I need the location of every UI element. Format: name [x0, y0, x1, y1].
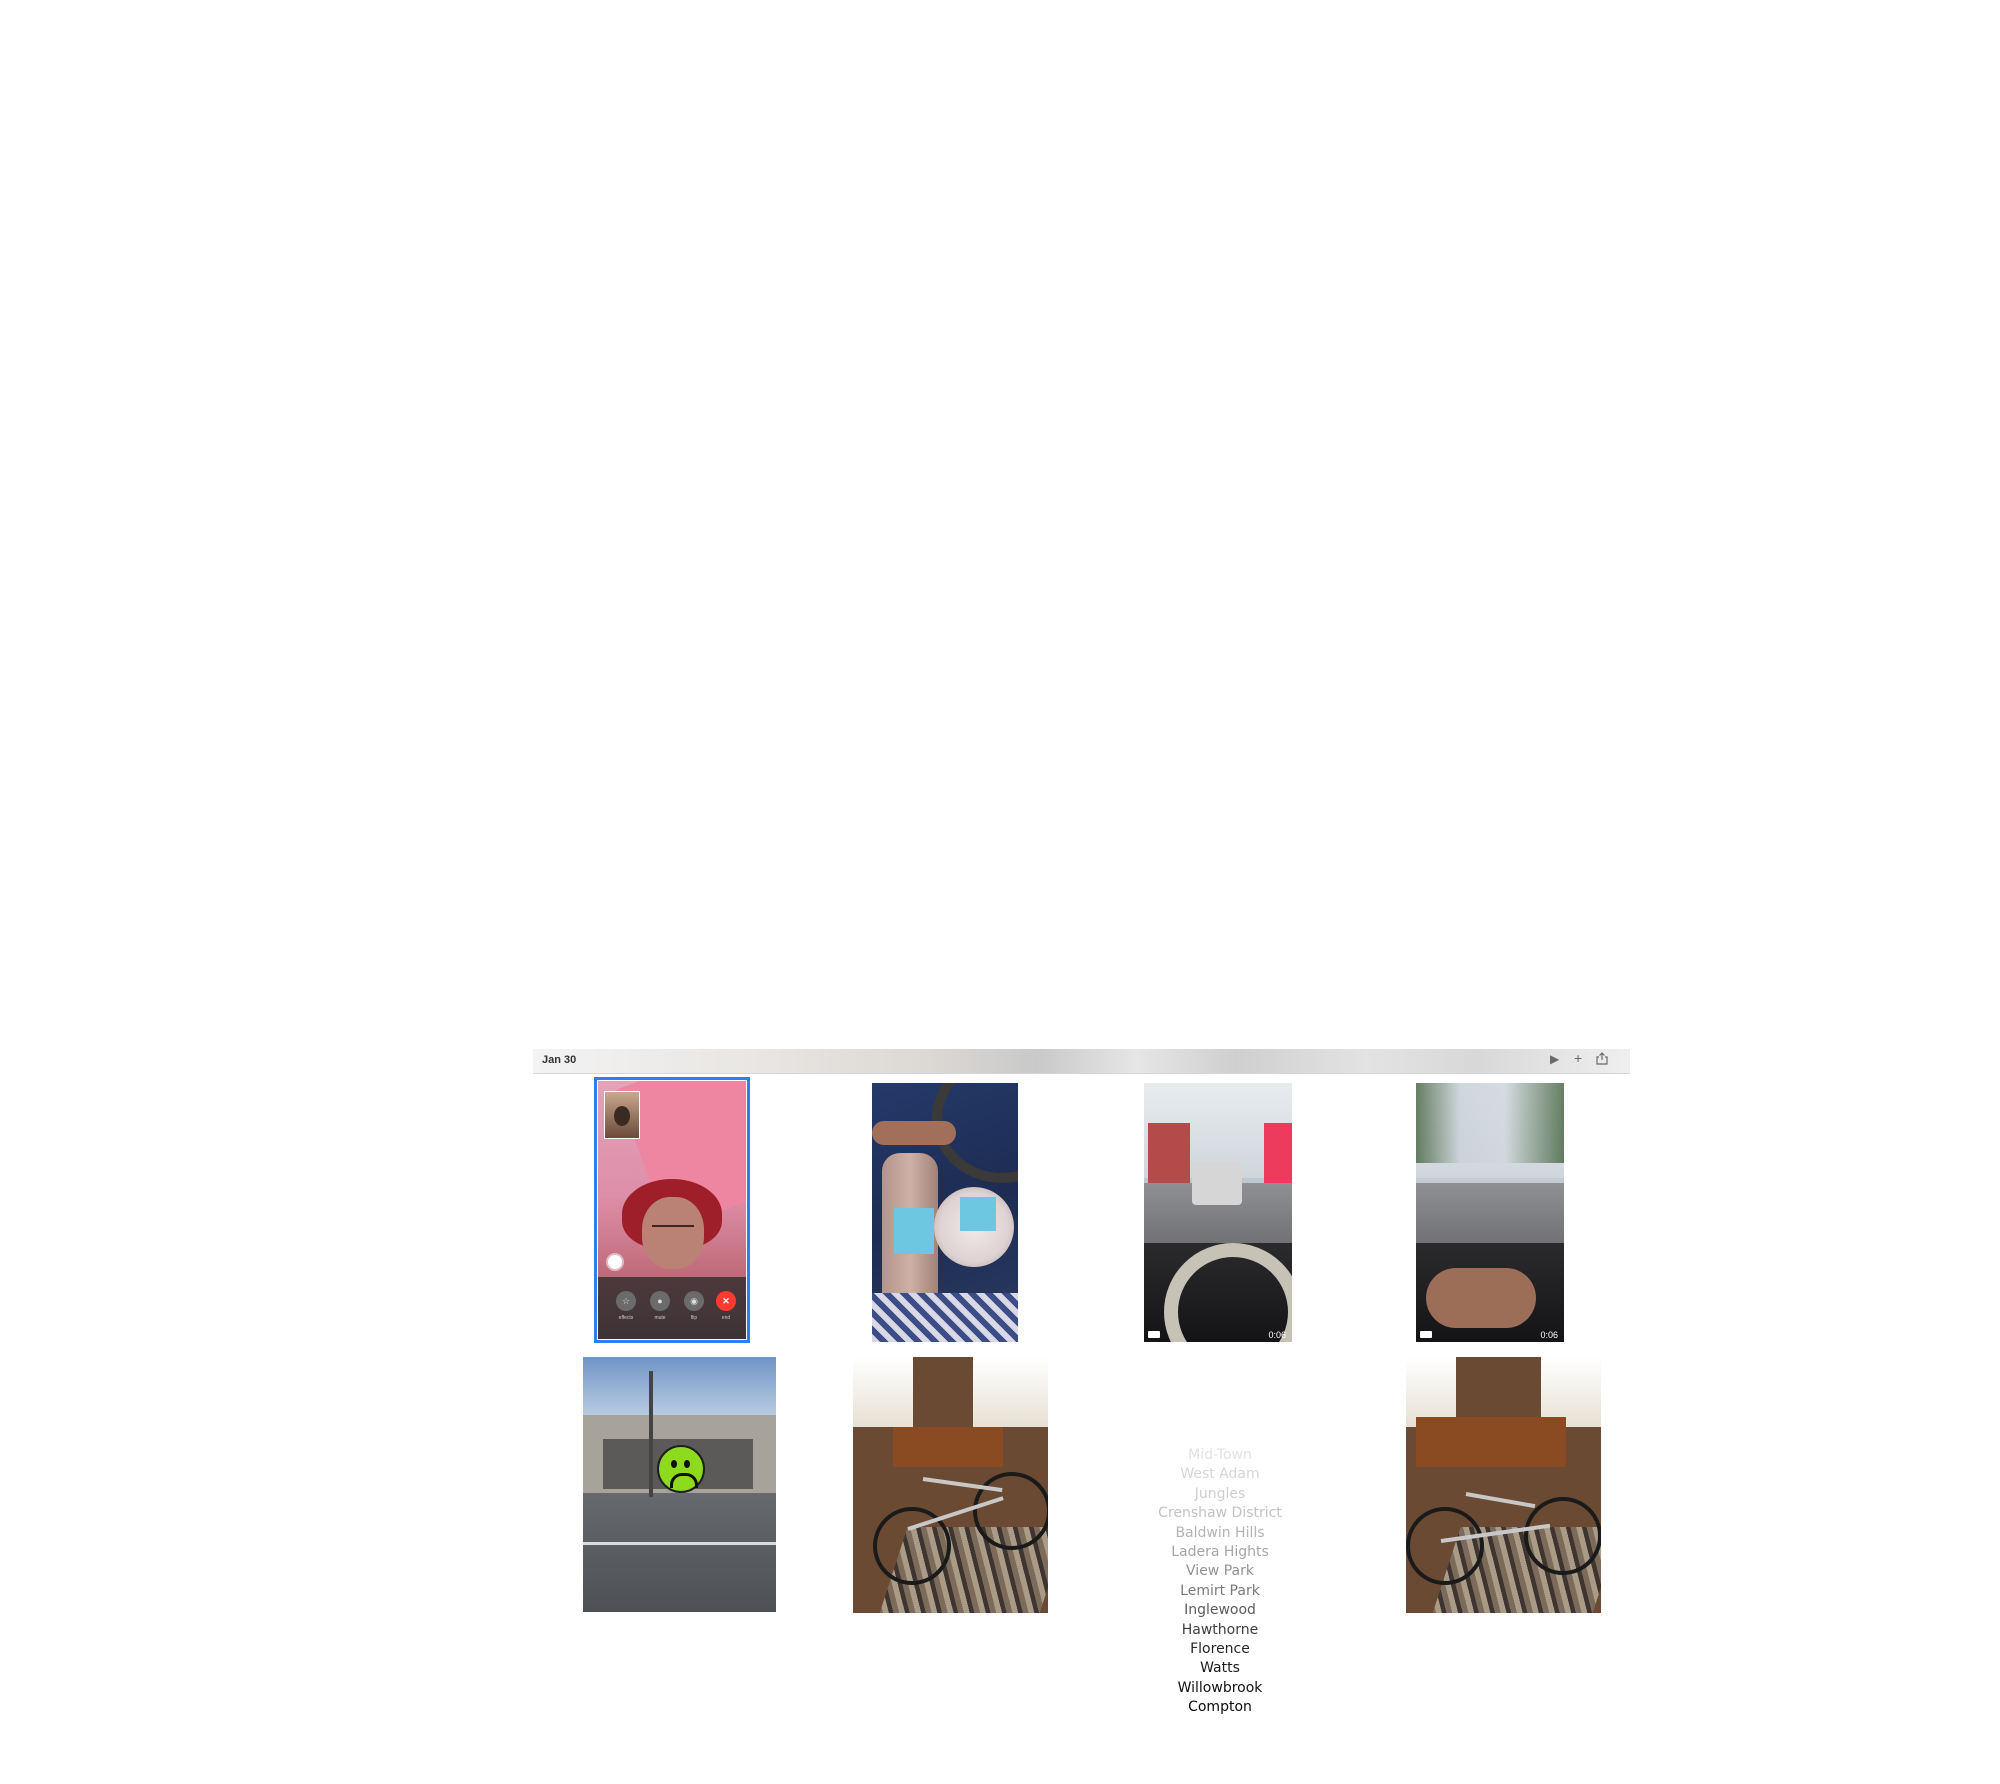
- left-eye: [671, 1460, 677, 1468]
- bowl-label: [960, 1197, 996, 1231]
- hand: [1426, 1268, 1536, 1328]
- bike-wheel: [1524, 1497, 1601, 1575]
- sad-face-icon: [657, 1445, 705, 1493]
- bottle-label: [894, 1208, 934, 1254]
- call-button-label: mute: [654, 1315, 666, 1321]
- lane-line: [583, 1542, 776, 1545]
- caller-face: [642, 1197, 704, 1269]
- add-icon[interactable]: +: [1574, 1050, 1582, 1066]
- neighborhood-name: Hawthorne: [1181, 1621, 1259, 1638]
- video-camera-icon: [1148, 1331, 1160, 1338]
- neighborhood-name: Ladera Hights: [1171, 1544, 1269, 1561]
- neighborhood-name: Watts: [1200, 1660, 1240, 1677]
- closed-eyes: [652, 1225, 694, 1230]
- trees: [1416, 1083, 1564, 1163]
- pip-video: [604, 1091, 640, 1139]
- star-icon: ☆: [616, 1291, 636, 1311]
- photo-bike-1[interactable]: [853, 1357, 1048, 1613]
- photo-facetime-screenshot[interactable]: ☆ effects ● mute ◉ flip ✕ end: [594, 1077, 750, 1343]
- call-button-label: effects: [618, 1315, 634, 1321]
- frown: [670, 1473, 698, 1488]
- neighborhood-name: Compton: [1188, 1699, 1252, 1716]
- video-duration: 0:06: [1540, 1330, 1558, 1340]
- neighborhood-name: Crenshaw District: [1158, 1505, 1282, 1522]
- window: [973, 1357, 1048, 1427]
- right-eye: [684, 1460, 690, 1468]
- bike-frame: [1465, 1492, 1536, 1509]
- photo-street-sad-face[interactable]: [583, 1357, 776, 1612]
- neighborhood-name: Baldwin Hills: [1175, 1524, 1265, 1541]
- bike-wheel: [973, 1472, 1048, 1550]
- record-icon: [608, 1255, 622, 1269]
- neighborhood-name: Florence: [1190, 1641, 1250, 1658]
- photo-drink[interactable]: [872, 1083, 1018, 1342]
- neighborhood-name: View Park: [1186, 1563, 1254, 1580]
- play-icon[interactable]: ▶: [1550, 1052, 1559, 1066]
- call-button-label: flip: [690, 1315, 698, 1321]
- end-call-icon: ✕: [716, 1291, 736, 1311]
- hand: [872, 1121, 956, 1145]
- building: [1264, 1123, 1292, 1183]
- camera-icon: ◉: [684, 1291, 704, 1311]
- road: [583, 1493, 776, 1612]
- call-button-label: end: [721, 1315, 731, 1321]
- photo-strip-header: Jan 30 ▶ +: [533, 1049, 1630, 1074]
- share-icon[interactable]: [1596, 1052, 1608, 1065]
- plaid-shorts: [872, 1293, 1018, 1342]
- neighborhood-name: West Adam: [1180, 1466, 1260, 1483]
- neighborhood-name: Lemirt Park: [1180, 1582, 1260, 1599]
- video-driving-2[interactable]: 0:06: [1416, 1083, 1564, 1342]
- video-driving-1[interactable]: 0:06: [1144, 1083, 1292, 1342]
- neighborhood-name: Inglewood: [1184, 1602, 1256, 1619]
- window: [853, 1357, 913, 1427]
- table: [1416, 1417, 1566, 1467]
- neighborhood-name: Jungles: [1194, 1485, 1246, 1502]
- video-camera-icon: [1420, 1331, 1432, 1338]
- date-label: Jan 30: [542, 1054, 577, 1066]
- video-duration: 0:06: [1268, 1330, 1286, 1340]
- mic-icon: ●: [650, 1291, 670, 1311]
- neighborhood-name: Willowbrook: [1177, 1679, 1263, 1696]
- photo-bike-2[interactable]: [1406, 1357, 1601, 1613]
- table: [893, 1427, 1003, 1467]
- neighborhood-list: Mid-Town West Adam Jungles Crenshaw Distric…: [1140, 1446, 1300, 1718]
- utility-pole: [649, 1371, 653, 1497]
- neighborhood-name: Mid-Town: [1188, 1447, 1252, 1463]
- call-controls-bar: ☆ effects ● mute ◉ flip ✕ end: [598, 1277, 746, 1339]
- building: [1148, 1123, 1190, 1183]
- bike-wheel: [1406, 1507, 1484, 1585]
- pip-face: [614, 1106, 630, 1126]
- truck: [1192, 1161, 1242, 1205]
